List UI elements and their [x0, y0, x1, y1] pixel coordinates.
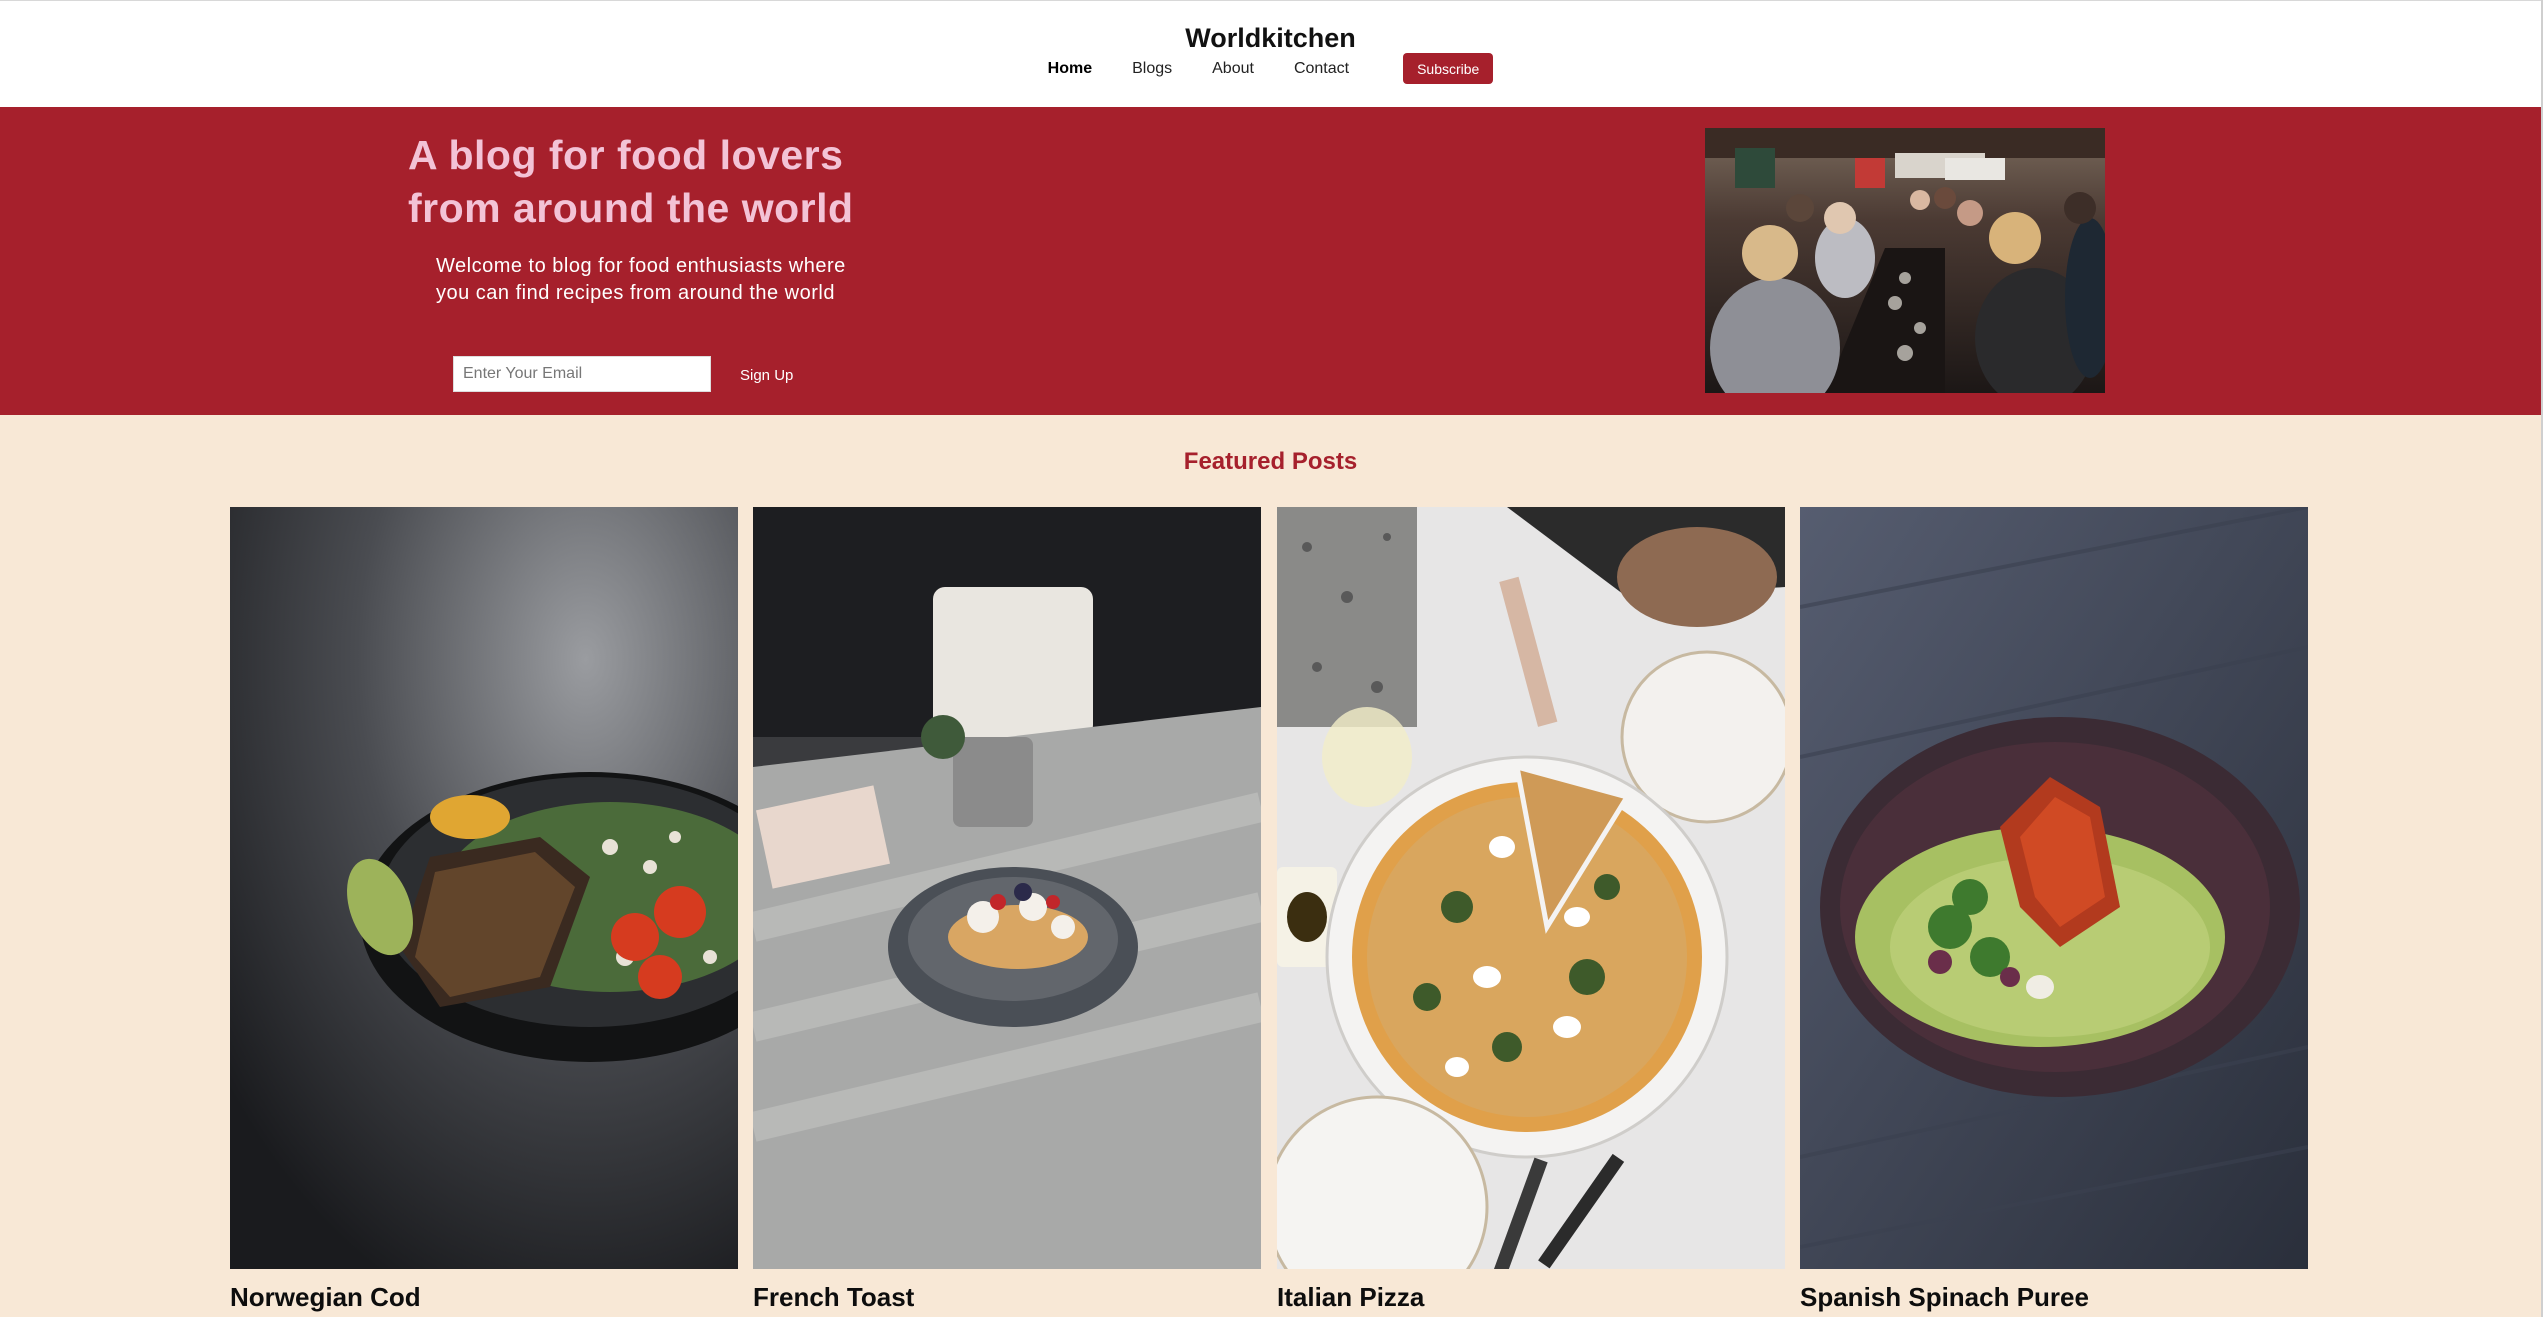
restaurant-diners-image: [1705, 128, 2105, 393]
sign-up-button[interactable]: Sign Up: [720, 360, 813, 390]
featured-posts-heading: Featured Posts: [1183, 448, 1358, 475]
main-nav: Home Blogs About Contact Subscribe: [0, 53, 2541, 84]
nav-contact[interactable]: Contact: [1294, 60, 1349, 78]
post-card-italian-pizza[interactable]: Italian Pizza: [1277, 507, 1785, 1313]
site-header: Worldkitchen Home Blogs About Contact Su…: [0, 0, 2541, 108]
post-card-norwegian-cod[interactable]: Norwegian Cod: [230, 507, 738, 1313]
post-card-french-toast[interactable]: French Toast: [753, 507, 1261, 1313]
hero-title: A blog for food lovers from around the w…: [408, 129, 1008, 235]
hero-title-line-2: from around the world: [408, 185, 854, 231]
hero-banner: A blog for food lovers from around the w…: [0, 107, 2541, 415]
site-brand[interactable]: Worldkitchen: [0, 23, 2541, 54]
french-toast-plate-image[interactable]: [753, 507, 1261, 1269]
post-card-spanish-spinach-puree[interactable]: Spanish Spinach Puree: [1800, 507, 2308, 1313]
hero-title-line-1: A blog for food lovers: [408, 132, 844, 178]
spinach-puree-bowl-image[interactable]: [1800, 507, 2308, 1269]
hero-subtitle: Welcome to blog for food enthusiasts whe…: [436, 255, 846, 304]
post-title[interactable]: Norwegian Cod: [230, 1282, 738, 1313]
nav-home[interactable]: Home: [1048, 60, 1092, 78]
nav-blogs[interactable]: Blogs: [1132, 60, 1172, 78]
post-title[interactable]: French Toast: [753, 1282, 1261, 1313]
post-title[interactable]: Spanish Spinach Puree: [1800, 1282, 2308, 1313]
subscribe-button[interactable]: Subscribe: [1403, 53, 1494, 84]
email-input[interactable]: [453, 356, 711, 392]
pizza-overhead-image[interactable]: [1277, 507, 1785, 1269]
grilled-cod-salad-bowl-image[interactable]: [230, 507, 738, 1269]
nav-about[interactable]: About: [1212, 60, 1254, 78]
post-title[interactable]: Italian Pizza: [1277, 1282, 1785, 1313]
